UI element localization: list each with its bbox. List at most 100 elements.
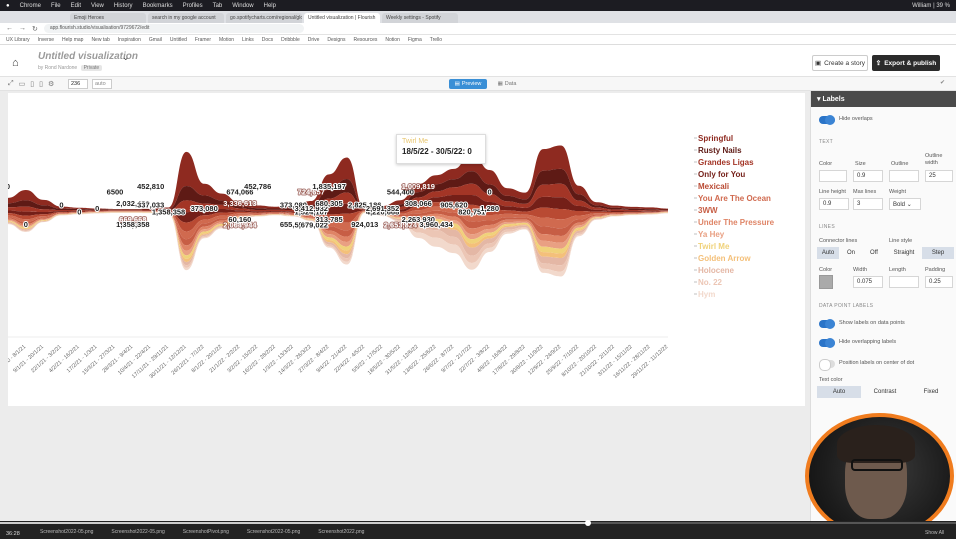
- menu-bookmarks[interactable]: Bookmarks: [143, 3, 173, 9]
- connector-on-option[interactable]: On: [840, 247, 862, 259]
- bookmark-item[interactable]: Trello: [430, 37, 442, 43]
- legend-item[interactable]: Springful: [698, 134, 733, 143]
- download-item[interactable]: Screenshot2022-05.png: [40, 529, 93, 535]
- bookmark-item[interactable]: UX Library: [6, 37, 30, 43]
- download-item[interactable]: Screenshot2022.png: [318, 529, 364, 535]
- position-center-toggle[interactable]: [819, 359, 835, 371]
- connector-auto-option[interactable]: Auto: [817, 247, 839, 259]
- line-width-input[interactable]: 0.075: [853, 276, 883, 288]
- download-item[interactable]: Screenshot2022-05.png: [111, 529, 164, 535]
- size-input[interactable]: 0.9: [853, 170, 883, 182]
- tablet-icon[interactable]: ▯: [30, 80, 34, 88]
- line-style-step-option[interactable]: Step: [922, 247, 954, 259]
- legend-item[interactable]: You Are The Ocean: [698, 194, 771, 203]
- browser-tab[interactable]: go.spotifycharts.com/regional/global: [226, 13, 302, 23]
- text-color-auto-option[interactable]: Auto: [817, 386, 861, 398]
- legend-item[interactable]: Holocene: [698, 266, 735, 275]
- bookmark-item[interactable]: Resources: [353, 37, 377, 43]
- bookmark-item[interactable]: Gmail: [149, 37, 162, 43]
- line-style-straight-option[interactable]: Straight: [887, 247, 921, 259]
- forward-icon[interactable]: →: [19, 25, 26, 32]
- show-all-downloads[interactable]: Show All: [925, 530, 944, 536]
- legend-item[interactable]: No. 22: [698, 278, 723, 287]
- bookmark-item[interactable]: Motion: [219, 37, 234, 43]
- bookmark-item[interactable]: Drive: [308, 37, 320, 43]
- bookmark-item[interactable]: Designs: [327, 37, 345, 43]
- max-lines-input[interactable]: 3: [853, 198, 883, 210]
- legend-item[interactable]: Rusty Nails: [698, 146, 742, 155]
- line-color-swatch[interactable]: [819, 275, 833, 289]
- menu-view[interactable]: View: [91, 3, 104, 9]
- menu-tab[interactable]: Tab: [213, 3, 223, 9]
- weight-select[interactable]: Bold ⌄: [889, 198, 921, 210]
- panel-title: Labels: [822, 96, 845, 103]
- legend-item[interactable]: Hym: [698, 290, 715, 299]
- panel-section-header[interactable]: ▾ Labels: [811, 91, 956, 107]
- menu-history[interactable]: History: [114, 3, 133, 9]
- browser-tab[interactable]: Emoji Heroes: [70, 13, 146, 23]
- download-item[interactable]: ScreenshotPivot.png: [183, 529, 229, 535]
- mobile-icon[interactable]: ▯: [39, 80, 43, 88]
- bookmark-item[interactable]: Untitled: [170, 37, 187, 43]
- bookmark-item[interactable]: Inverse: [38, 37, 54, 43]
- chevron-down-icon[interactable]: ⌄: [122, 52, 130, 63]
- back-icon[interactable]: ←: [6, 25, 13, 32]
- outline-color-swatch[interactable]: [889, 170, 919, 182]
- bookmark-item[interactable]: Framer: [195, 37, 211, 43]
- bookmark-item[interactable]: Notion: [385, 37, 399, 43]
- hide-overlaps-toggle[interactable]: [819, 115, 835, 125]
- menu-edit[interactable]: Edit: [71, 3, 81, 9]
- tab-preview[interactable]: ▤ Preview: [449, 79, 487, 89]
- data-label: 6500: [107, 188, 124, 197]
- browser-tab[interactable]: search in my google account: [148, 13, 224, 23]
- menu-help[interactable]: Help: [264, 3, 276, 9]
- create-story-button[interactable]: ▣ Create a story: [812, 55, 868, 71]
- address-input[interactable]: app.flourish.studio/visualisation/972967…: [43, 24, 304, 33]
- apple-icon[interactable]: ●: [6, 3, 10, 9]
- bookmark-item[interactable]: Links: [242, 37, 254, 43]
- legend-item[interactable]: Only for You: [698, 170, 745, 179]
- tab-data[interactable]: ▦ Data: [490, 79, 524, 89]
- bookmark-item[interactable]: Docs: [262, 37, 273, 43]
- text-color-contrast-option[interactable]: Contrast: [863, 386, 907, 398]
- legend-item[interactable]: Under The Pressure: [698, 218, 775, 227]
- legend-item[interactable]: Ya Hey: [698, 230, 725, 239]
- legend-item[interactable]: 3WW: [698, 206, 718, 215]
- line-padding-input[interactable]: 0.25: [925, 276, 953, 288]
- connector-off-option[interactable]: Off: [863, 247, 885, 259]
- data-label: 0: [77, 208, 81, 217]
- legend-item[interactable]: Grandes Ligas: [698, 158, 754, 167]
- menu-chrome[interactable]: Chrome: [20, 3, 41, 9]
- data-label: 60,160: [228, 215, 251, 224]
- legend-item[interactable]: Mexicali: [698, 182, 729, 191]
- menu-window[interactable]: Window: [232, 3, 253, 9]
- legend-item[interactable]: Twirl Me: [698, 242, 730, 251]
- settings-icon[interactable]: ⚙: [48, 80, 54, 88]
- width-input[interactable]: 236: [68, 79, 88, 89]
- browser-tab-active[interactable]: Untitled visualization | Flourish: [304, 13, 380, 23]
- line-height-input[interactable]: 0.9: [819, 198, 849, 210]
- bookmark-item[interactable]: Dribbble: [281, 37, 300, 43]
- video-progress-knob[interactable]: [585, 520, 591, 526]
- line-length-input[interactable]: [889, 276, 919, 288]
- bookmark-item[interactable]: Inspiration: [118, 37, 141, 43]
- bookmark-item[interactable]: New tab: [91, 37, 109, 43]
- text-color-fixed-option[interactable]: Fixed: [909, 386, 953, 398]
- browser-tab[interactable]: Weekly settings - Spotify: [382, 13, 458, 23]
- legend-item[interactable]: Golden Arrow: [698, 254, 751, 263]
- height-input[interactable]: auto: [92, 79, 112, 89]
- home-icon[interactable]: ⌂: [12, 57, 19, 69]
- hide-overlapping-toggle[interactable]: [819, 338, 835, 348]
- bookmark-item[interactable]: Help map: [62, 37, 83, 43]
- export-publish-button[interactable]: ⇪ Export & publish: [872, 55, 940, 71]
- show-labels-toggle[interactable]: [819, 319, 835, 329]
- menu-file[interactable]: File: [51, 3, 61, 9]
- outline-width-input[interactable]: 25: [925, 170, 953, 182]
- bookmark-item[interactable]: Figma: [408, 37, 422, 43]
- fullscreen-icon[interactable]: ⤢: [8, 80, 14, 88]
- reload-icon[interactable]: ↻: [32, 25, 38, 33]
- menu-profiles[interactable]: Profiles: [183, 3, 203, 9]
- desktop-icon[interactable]: ▭: [19, 80, 26, 88]
- text-color-swatch[interactable]: [819, 170, 847, 182]
- download-item[interactable]: Screenshot2022-05.png: [247, 529, 300, 535]
